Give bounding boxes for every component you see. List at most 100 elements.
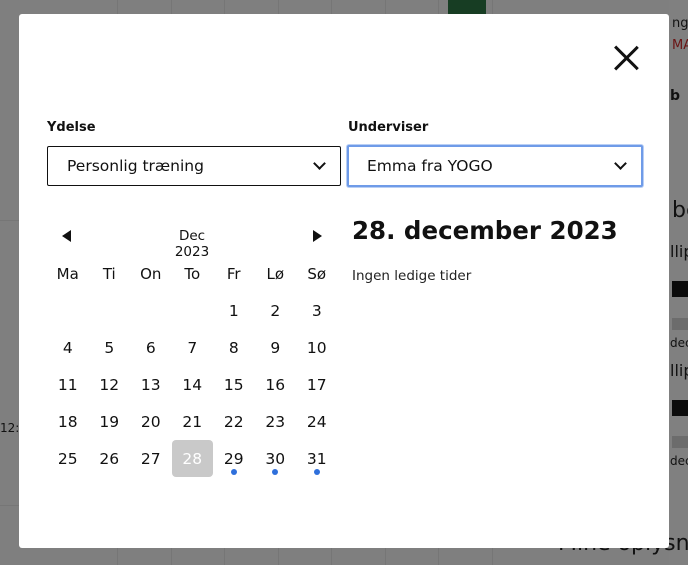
calendar-day[interactable]: 29: [213, 440, 255, 477]
close-icon[interactable]: [612, 44, 640, 72]
calendar-day-number: 13: [140, 375, 161, 394]
service-select[interactable]: Personlig træning: [47, 146, 341, 186]
calendar-week-row: 1 2 3: [47, 292, 338, 329]
calendar-day[interactable]: 16: [255, 366, 297, 403]
calendar-day[interactable]: 19: [89, 403, 131, 440]
calendar-day-selected[interactable]: 28: [171, 440, 213, 477]
calendar-day-number: 18: [57, 412, 78, 431]
availability-dot-icon: [272, 469, 279, 475]
calendar-day[interactable]: 5: [89, 329, 131, 366]
weekday-label: Ma: [56, 264, 79, 283]
instructor-select[interactable]: Emma fra YOGO: [347, 145, 643, 187]
service-label: Ydelse: [47, 120, 96, 135]
calendar-empty-cell: [172, 292, 214, 329]
calendar-day[interactable]: 13: [130, 366, 172, 403]
bg-bar: [672, 318, 688, 330]
calendar-week-row: 11 12 13 14 15 16 17: [47, 366, 338, 403]
no-available-times-text: Ingen ledige tider: [352, 268, 472, 284]
weekday-label: Ti: [102, 264, 116, 283]
calendar-day[interactable]: 10: [296, 329, 338, 366]
bg-label: b: [670, 88, 681, 104]
calendar-day-number: 29: [223, 449, 244, 468]
calendar-day[interactable]: 15: [213, 366, 255, 403]
instructor-select-value: Emma fra YOGO: [367, 157, 493, 175]
calendar-day[interactable]: 22: [213, 403, 255, 440]
next-month-button[interactable]: [310, 229, 324, 243]
caret-right-icon: [313, 230, 322, 242]
calendar-day[interactable]: 25: [47, 440, 89, 477]
calendar-day[interactable]: 18: [47, 403, 89, 440]
calendar-day-number: 17: [306, 375, 327, 394]
calendar-day[interactable]: 4: [47, 329, 89, 366]
calendar-day[interactable]: 24: [296, 403, 338, 440]
selected-date-heading: 28. december 2023: [352, 216, 618, 245]
calendar-day[interactable]: 6: [130, 329, 172, 366]
availability-dot-icon: [230, 469, 237, 475]
bg-bar: [672, 436, 688, 448]
calendar-day-number: 10: [306, 338, 327, 357]
calendar-day[interactable]: 21: [172, 403, 214, 440]
calendar-day-number: 8: [228, 338, 239, 357]
bg-bar: [672, 281, 688, 297]
caret-left-icon: [62, 230, 71, 242]
calendar-day-number: 11: [57, 375, 78, 394]
calendar-day[interactable]: 26: [89, 440, 131, 477]
calendar-day[interactable]: 20: [130, 403, 172, 440]
chevron-down-icon: [313, 157, 326, 170]
weekday-label: Lø: [266, 264, 285, 283]
calendar-week-row: 4 5 6 7 8 9 10: [47, 329, 338, 366]
calendar-day-number: 2: [270, 301, 281, 320]
bg-grid-line: [0, 220, 19, 221]
calendar-day[interactable]: 17: [296, 366, 338, 403]
bg-label: bel: [672, 198, 688, 223]
calendar-day-number: 3: [311, 301, 322, 320]
weekday-label: To: [184, 264, 201, 283]
calendar-day-number: 21: [182, 412, 203, 431]
calendar-week-row: 25 26 27 28 29 30 31: [47, 440, 338, 477]
bg-label: MA: [672, 38, 688, 53]
calendar-day[interactable]: 12: [89, 366, 131, 403]
calendar-day[interactable]: 27: [130, 440, 172, 477]
calendar-day[interactable]: 11: [47, 366, 89, 403]
calendar-day[interactable]: 2: [255, 292, 297, 329]
calendar-day[interactable]: 31: [296, 440, 338, 477]
bg-label: dec: [670, 454, 688, 468]
calendar-day[interactable]: 14: [172, 366, 214, 403]
bg-label: llip: [670, 361, 688, 380]
calendar-day-number: 23: [265, 412, 286, 431]
calendar-day[interactable]: 30: [255, 440, 297, 477]
weekday-label: On: [140, 264, 162, 283]
calendar-day-number: 31: [306, 449, 327, 468]
bg-bar: [672, 400, 688, 416]
calendar-day-number: 14: [182, 375, 203, 394]
calendar-day-number: 9: [270, 338, 281, 357]
calendar-day-number: 19: [99, 412, 120, 431]
calendar-day-number: 7: [187, 338, 198, 357]
calendar-day[interactable]: 8: [213, 329, 255, 366]
calendar-empty-cell: [47, 292, 89, 329]
calendar-day[interactable]: 9: [255, 329, 297, 366]
calendar-day-number: 27: [140, 449, 161, 468]
weekday-header-row: Ma Ti On To Fr Lø Sø: [47, 255, 338, 292]
calendar-empty-cell: [89, 292, 131, 329]
calendar-empty-cell: [130, 292, 172, 329]
calendar-day-number: 24: [306, 412, 327, 431]
calendar-day-number: 12: [99, 375, 120, 394]
calendar-day-number: 30: [265, 449, 286, 468]
calendar-day[interactable]: 3: [296, 292, 338, 329]
weekday-label: Fr: [226, 264, 241, 283]
bg-label: ng:: [672, 16, 688, 31]
calendar-day-number: 4: [62, 338, 73, 357]
prev-month-button[interactable]: [60, 229, 74, 243]
calendar-day-number: 15: [223, 375, 244, 394]
calendar-day-number: 26: [99, 449, 120, 468]
calendar-day[interactable]: 1: [213, 292, 255, 329]
calendar-grid: Ma Ti On To Fr Lø Sø 1 2 3 4 5 6 7 8 9 10 11 12 13 14…: [47, 255, 338, 477]
calendar-day-number: 20: [140, 412, 161, 431]
calendar-day[interactable]: 23: [255, 403, 297, 440]
calendar-day-number: 22: [223, 412, 244, 431]
calendar-day-number: 5: [104, 338, 115, 357]
chevron-down-icon: [614, 157, 627, 170]
availability-dot-icon: [313, 469, 320, 475]
calendar-day[interactable]: 7: [172, 329, 214, 366]
